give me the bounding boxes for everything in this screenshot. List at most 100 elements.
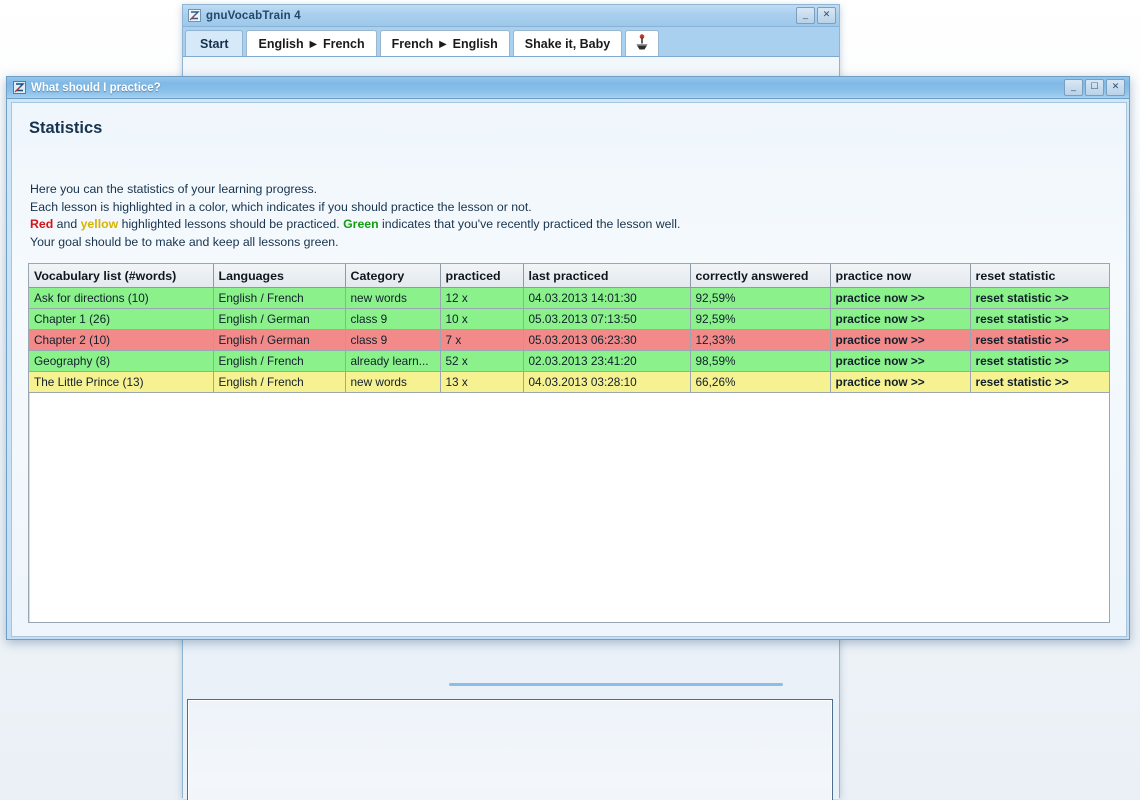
description-line-1: Here you can the statistics of your lear…: [30, 181, 680, 199]
cell-practiced: 12 x: [440, 288, 523, 309]
cell-correctly-answered: 98,59%: [690, 351, 830, 372]
main-inner-panel: [187, 699, 833, 800]
cell-vocabulary-list: Chapter 1 (26): [29, 309, 213, 330]
cell-languages: English / German: [213, 309, 345, 330]
page-title: Statistics: [29, 119, 102, 138]
cell-practiced: 7 x: [440, 330, 523, 351]
description-text: Here you can the statistics of your lear…: [30, 181, 680, 251]
cell-vocabulary-list: Geography (8): [29, 351, 213, 372]
reset-statistic-link[interactable]: reset statistic >>: [970, 372, 1109, 393]
cell-category: new words: [345, 288, 440, 309]
practice-now-link[interactable]: practice now >>: [830, 372, 970, 393]
dialog-window-controls: _ ☐ ✕: [1064, 79, 1125, 96]
cell-last-practiced: 04.03.2013 14:01:30: [523, 288, 690, 309]
minimize-icon: _: [1071, 82, 1076, 91]
tab-shake-it-baby-label: Shake it, Baby: [525, 37, 610, 51]
dialog-title: What should I practice?: [31, 82, 161, 94]
column-header-vocabulary-list[interactable]: Vocabulary list (#words): [29, 264, 213, 288]
cell-correctly-answered: 92,59%: [690, 309, 830, 330]
cell-languages: English / German: [213, 330, 345, 351]
cell-practiced: 10 x: [440, 309, 523, 330]
legend-red: Red: [30, 217, 53, 231]
dialog-body: Statistics Here you can the statistics o…: [11, 102, 1127, 637]
cell-last-practiced: 05.03.2013 06:23:30: [523, 330, 690, 351]
cell-practiced: 13 x: [440, 372, 523, 393]
tab-french-english[interactable]: French ► English: [380, 30, 510, 56]
tab-shake-it-baby[interactable]: Shake it, Baby: [513, 30, 622, 56]
main-window-titlebar[interactable]: gnuVocabTrain 4 _ ✕: [183, 5, 839, 27]
cell-languages: English / French: [213, 288, 345, 309]
practice-now-link[interactable]: practice now >>: [830, 330, 970, 351]
cell-category: new words: [345, 372, 440, 393]
cell-category: already learn...: [345, 351, 440, 372]
main-window-controls: _ ✕: [796, 7, 836, 24]
column-header-correctly-answered[interactable]: correctly answered: [690, 264, 830, 288]
main-tabstrip: Start English ► French French ► English …: [183, 27, 839, 57]
description-end: indicates that you've recently practiced…: [379, 217, 681, 231]
tab-english-french[interactable]: English ► French: [246, 30, 376, 56]
tab-french-english-label: French ► English: [392, 37, 498, 51]
minimize-icon: _: [803, 10, 808, 19]
table-header-row: Vocabulary list (#words) Languages Categ…: [29, 264, 1109, 288]
reset-statistic-link[interactable]: reset statistic >>: [970, 288, 1109, 309]
practice-now-link[interactable]: practice now >>: [830, 351, 970, 372]
statistics-table-panel: Vocabulary list (#words) Languages Categ…: [28, 263, 1110, 623]
reset-statistic-link[interactable]: reset statistic >>: [970, 309, 1109, 330]
column-header-last-practiced[interactable]: last practiced: [523, 264, 690, 288]
cell-practiced: 52 x: [440, 351, 523, 372]
cell-correctly-answered: 12,33%: [690, 330, 830, 351]
column-header-category[interactable]: Category: [345, 264, 440, 288]
practice-now-link[interactable]: practice now >>: [830, 288, 970, 309]
statistics-table: Vocabulary list (#words) Languages Categ…: [29, 264, 1109, 393]
close-button[interactable]: ✕: [817, 7, 836, 24]
cell-languages: English / French: [213, 351, 345, 372]
tab-start[interactable]: Start: [185, 30, 243, 56]
statistics-dialog: What should I practice? _ ☐ ✕ Statistics…: [6, 76, 1130, 640]
table-row[interactable]: Chapter 1 (26)English / Germanclass 910 …: [29, 309, 1109, 330]
reset-statistic-link[interactable]: reset statistic >>: [970, 330, 1109, 351]
cell-correctly-answered: 92,59%: [690, 288, 830, 309]
close-icon: ✕: [1112, 82, 1120, 91]
cell-vocabulary-list: The Little Prince (13): [29, 372, 213, 393]
tab-start-label: Start: [200, 37, 228, 51]
maximize-button[interactable]: ☐: [1085, 79, 1104, 96]
statistics-table-body: Ask for directions (10)English / Frenchn…: [29, 288, 1109, 393]
close-button[interactable]: ✕: [1106, 79, 1125, 96]
dialog-titlebar[interactable]: What should I practice? _ ☐ ✕: [7, 77, 1129, 99]
cell-languages: English / French: [213, 372, 345, 393]
table-row[interactable]: The Little Prince (13)English / Frenchne…: [29, 372, 1109, 393]
description-line-4: Your goal should be to make and keep all…: [30, 234, 680, 252]
table-row[interactable]: Ask for directions (10)English / Frenchn…: [29, 288, 1109, 309]
cell-last-practiced: 02.03.2013 23:41:20: [523, 351, 690, 372]
column-header-practiced[interactable]: practiced: [440, 264, 523, 288]
minimize-button[interactable]: _: [1064, 79, 1083, 96]
maximize-icon: ☐: [1090, 82, 1098, 91]
table-row[interactable]: Geography (8)English / Frenchalready lea…: [29, 351, 1109, 372]
description-line-2: Each lesson is highlighted in a color, w…: [30, 199, 680, 217]
cell-vocabulary-list: Chapter 2 (10): [29, 330, 213, 351]
minimize-button[interactable]: _: [796, 7, 815, 24]
reset-statistic-link[interactable]: reset statistic >>: [970, 351, 1109, 372]
description-line-3: Red and yellow highlighted lessons shoul…: [30, 216, 680, 234]
cell-correctly-answered: 66,26%: [690, 372, 830, 393]
description-mid: highlighted lessons should be practiced.: [118, 217, 343, 231]
cell-last-practiced: 04.03.2013 03:28:10: [523, 372, 690, 393]
description-and: and: [53, 217, 80, 231]
main-window-title: gnuVocabTrain 4: [206, 10, 301, 22]
column-header-practice-now[interactable]: practice now: [830, 264, 970, 288]
legend-yellow: yellow: [81, 217, 119, 231]
legend-green: Green: [343, 217, 379, 231]
app-icon: [13, 81, 26, 94]
column-header-languages[interactable]: Languages: [213, 264, 345, 288]
panel-divider: [449, 683, 783, 686]
cell-category: class 9: [345, 330, 440, 351]
table-row[interactable]: Chapter 2 (10)English / Germanclass 97 x…: [29, 330, 1109, 351]
joystick-icon: [634, 34, 650, 54]
tab-joystick[interactable]: [625, 30, 659, 56]
column-header-reset-statistic[interactable]: reset statistic: [970, 264, 1109, 288]
practice-now-link[interactable]: practice now >>: [830, 309, 970, 330]
cell-last-practiced: 05.03.2013 07:13:50: [523, 309, 690, 330]
cell-category: class 9: [345, 309, 440, 330]
app-icon: [188, 9, 201, 22]
tab-english-french-label: English ► French: [258, 37, 364, 51]
